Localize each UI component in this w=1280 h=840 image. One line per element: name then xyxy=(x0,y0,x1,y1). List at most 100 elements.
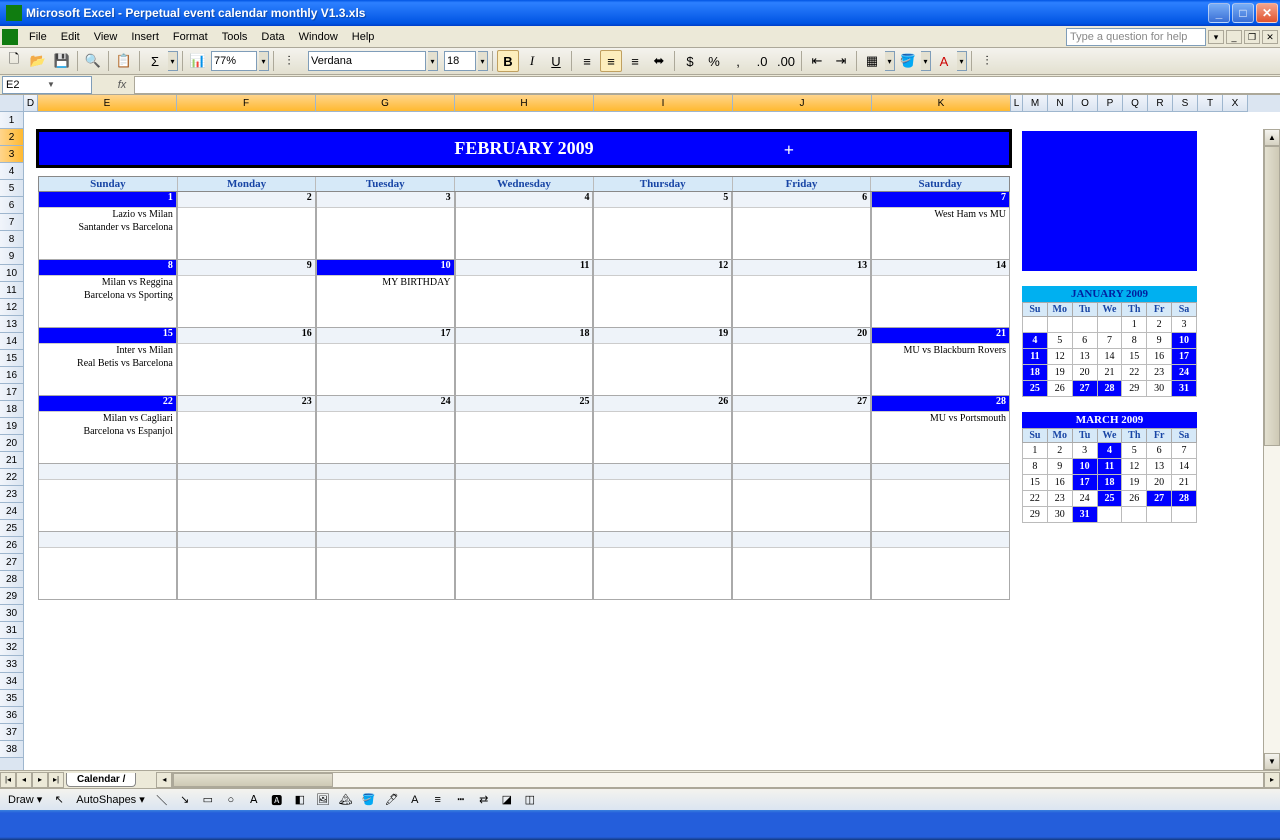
row-header-32[interactable]: 32 xyxy=(0,639,23,656)
calendar-day-23[interactable]: 23 xyxy=(177,396,316,464)
calendar-day-13[interactable]: 13 xyxy=(732,260,871,328)
scroll-up-button[interactable]: ▲ xyxy=(1264,129,1280,146)
autosum-dropdown[interactable]: ▾ xyxy=(168,51,178,71)
formula-input[interactable] xyxy=(134,76,1280,94)
menu-help[interactable]: Help xyxy=(345,29,382,45)
chart-button[interactable]: 📊 xyxy=(187,50,209,72)
mini-day-cell[interactable]: 22 xyxy=(1122,365,1147,381)
row-header-18[interactable]: 18 xyxy=(0,401,23,418)
row-header-1[interactable]: 1 xyxy=(0,112,23,129)
calendar-day-empty[interactable] xyxy=(316,464,455,532)
mini-day-cell[interactable]: 27 xyxy=(1147,491,1172,507)
calendar-day-empty[interactable] xyxy=(455,464,594,532)
font-size-combo[interactable] xyxy=(444,51,476,71)
tab-nav-next[interactable]: ▸ xyxy=(32,772,48,788)
calendar-day-17[interactable]: 17 xyxy=(316,328,455,396)
calendar-day-20[interactable]: 20 xyxy=(732,328,871,396)
row-header-35[interactable]: 35 xyxy=(0,690,23,707)
col-header-E[interactable]: E xyxy=(38,95,177,112)
calendar-day-9[interactable]: 9 xyxy=(177,260,316,328)
menu-edit[interactable]: Edit xyxy=(54,29,87,45)
mini-day-cell[interactable]: 15 xyxy=(1122,349,1147,365)
mini-day-cell[interactable]: 3 xyxy=(1172,317,1197,333)
mini-day-cell[interactable]: 5 xyxy=(1047,333,1072,349)
calendar-day-21[interactable]: 21MU vs Blackburn Rovers xyxy=(871,328,1010,396)
row-header-22[interactable]: 22 xyxy=(0,469,23,486)
hscroll-left-button[interactable]: ◂ xyxy=(156,772,172,788)
mini-day-cell[interactable]: 16 xyxy=(1147,349,1172,365)
mini-day-cell[interactable]: 20 xyxy=(1147,475,1172,491)
row-header-11[interactable]: 11 xyxy=(0,282,23,299)
mini-day-cell[interactable]: 14 xyxy=(1097,349,1122,365)
row-header-30[interactable]: 30 xyxy=(0,605,23,622)
calendar-day-10[interactable]: 10MY BIRTHDAY xyxy=(316,260,455,328)
mini-day-cell[interactable]: 28 xyxy=(1097,381,1122,397)
mini-day-cell[interactable]: 10 xyxy=(1072,459,1097,475)
calendar-day-7[interactable]: 7West Ham vs MU xyxy=(871,192,1010,260)
align-center-button[interactable]: ≡ xyxy=(600,50,622,72)
print-preview-button[interactable]: 🔍 xyxy=(82,50,104,72)
mini-day-cell[interactable]: 6 xyxy=(1147,443,1172,459)
font-color-dropdown[interactable]: ▾ xyxy=(957,51,967,71)
merge-center-button[interactable]: ⬌ xyxy=(648,50,670,72)
zoom-combo[interactable] xyxy=(211,51,257,71)
col-header-R[interactable]: R xyxy=(1148,95,1173,112)
borders-button[interactable]: ▦ xyxy=(861,50,883,72)
mini-day-cell[interactable]: 3 xyxy=(1072,443,1097,459)
mini-day-cell[interactable]: 12 xyxy=(1047,349,1072,365)
workbook-minimize-button[interactable]: _ xyxy=(1226,30,1242,44)
mini-day-cell[interactable]: 21 xyxy=(1097,365,1122,381)
mini-day-cell[interactable]: 20 xyxy=(1072,365,1097,381)
mini-day-cell[interactable]: 24 xyxy=(1172,365,1197,381)
mini-day-cell[interactable] xyxy=(1122,507,1147,523)
mini-day-cell[interactable] xyxy=(1047,317,1072,333)
row-header-25[interactable]: 25 xyxy=(0,520,23,537)
col-header-S[interactable]: S xyxy=(1173,95,1198,112)
maximize-button[interactable]: □ xyxy=(1232,3,1254,23)
mini-day-cell[interactable]: 31 xyxy=(1172,381,1197,397)
menu-view[interactable]: View xyxy=(87,29,125,45)
col-header-I[interactable]: I xyxy=(594,95,733,112)
menu-file[interactable]: File xyxy=(22,29,54,45)
fill-color-dropdown[interactable]: ▾ xyxy=(921,51,931,71)
font-color-button[interactable]: A xyxy=(933,50,955,72)
windows-taskbar[interactable] xyxy=(0,810,1280,840)
mini-day-cell[interactable]: 29 xyxy=(1023,507,1048,523)
row-header-5[interactable]: 5 xyxy=(0,180,23,197)
col-header-D[interactable]: D xyxy=(24,95,38,112)
row-header-33[interactable]: 33 xyxy=(0,656,23,673)
row-header-7[interactable]: 7 xyxy=(0,214,23,231)
mini-day-cell[interactable]: 30 xyxy=(1147,381,1172,397)
mini-day-cell[interactable] xyxy=(1147,507,1172,523)
toolbar-options-button[interactable]: ⫶ xyxy=(278,50,300,72)
borders-dropdown[interactable]: ▾ xyxy=(885,51,895,71)
row-header-37[interactable]: 37 xyxy=(0,724,23,741)
workbook-close-button[interactable]: ✕ xyxy=(1262,30,1278,44)
help-dropdown[interactable]: ▾ xyxy=(1208,30,1224,44)
increase-indent-button[interactable]: ⇥ xyxy=(830,50,852,72)
calendar-day-3[interactable]: 3 xyxy=(316,192,455,260)
save-button[interactable]: 💾 xyxy=(51,50,73,72)
calendar-day-empty[interactable] xyxy=(316,532,455,600)
font-dropdown[interactable]: ▾ xyxy=(428,51,438,71)
mini-day-cell[interactable]: 1 xyxy=(1122,317,1147,333)
comma-button[interactable]: , xyxy=(727,50,749,72)
col-header-F[interactable]: F xyxy=(177,95,316,112)
calendar-day-empty[interactable] xyxy=(177,464,316,532)
calendar-day-empty[interactable] xyxy=(593,532,732,600)
calendar-day-empty[interactable] xyxy=(593,464,732,532)
mini-day-cell[interactable]: 15 xyxy=(1023,475,1048,491)
row-header-3[interactable]: 3 xyxy=(0,146,23,163)
currency-button[interactable]: $ xyxy=(679,50,701,72)
row-header-14[interactable]: 14 xyxy=(0,333,23,350)
worksheet[interactable]: FEBRUARY 2009 + SundayMondayTuesdayWedne… xyxy=(24,129,1263,770)
decrease-indent-button[interactable]: ⇤ xyxy=(806,50,828,72)
calendar-day-22[interactable]: 22Milan vs CagliariBarcelona vs Espanjol xyxy=(38,396,177,464)
mini-day-cell[interactable]: 1 xyxy=(1023,443,1048,459)
row-header-6[interactable]: 6 xyxy=(0,197,23,214)
tab-nav-last[interactable]: ▸| xyxy=(48,772,64,788)
mini-day-cell[interactable] xyxy=(1072,317,1097,333)
col-header-J[interactable]: J xyxy=(733,95,872,112)
menu-insert[interactable]: Insert xyxy=(124,29,166,45)
sheet-tab-calendar[interactable]: Calendar / xyxy=(66,773,136,787)
